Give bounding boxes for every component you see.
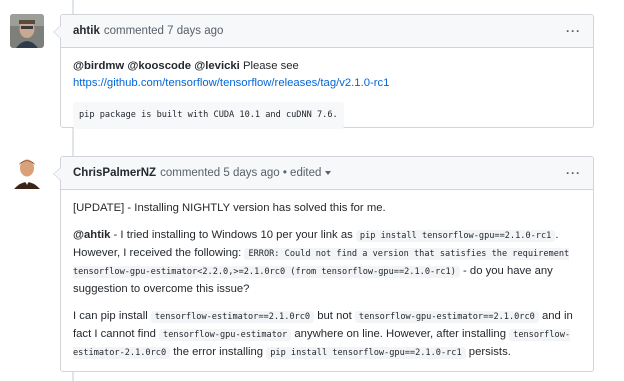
inline-code: tensorflow-gpu-estimator==2.1.0rc0 [354, 311, 539, 323]
avatar-image [10, 14, 44, 48]
comment-timestamp[interactable]: commented 5 days ago • edited [160, 167, 321, 179]
comment-paragraph: I can pip install tensorflow-estimator==… [73, 308, 581, 362]
comment-paragraph: [UPDATE] - Installing NIGHTLY version ha… [73, 202, 386, 214]
mention-link[interactable]: @ahtik [73, 229, 110, 241]
avatar-image [10, 155, 44, 189]
comment-paragraph: @birdmw @kooscode @levicki Please see ht… [73, 58, 581, 92]
comment-author[interactable]: ChrisPalmerNZ [73, 167, 156, 179]
comment-header: ahtik commented 7 days ago ··· [61, 15, 593, 48]
comment-paragraph: @ahtik - I tried installing to Windows 1… [73, 227, 581, 298]
comment-options-icon[interactable]: ··· [566, 166, 581, 180]
comment-text: the error installing [170, 346, 267, 358]
avatar-ahtik[interactable] [10, 14, 44, 48]
comment-body: [UPDATE] - Installing NIGHTLY version ha… [61, 190, 593, 372]
inline-code: tensorflow-gpu-estimator [159, 329, 292, 341]
edited-dropdown-icon[interactable] [325, 171, 332, 175]
inline-code: pip install tensorflow-gpu==2.1.0-rc1 [355, 230, 556, 242]
comment-text: but not [314, 310, 355, 322]
comment-text: persists. [465, 346, 511, 358]
avatar-chrispalmernz[interactable] [10, 155, 44, 189]
mention-link[interactable]: @birdmw [73, 60, 124, 72]
inline-code: pip install tensorflow-gpu==2.1.0-rc1 [266, 347, 466, 359]
comment-chrispalmernz: ChrisPalmerNZ commented 5 days ago • edi… [53, 156, 594, 372]
release-link[interactable]: https://github.com/tensorflow/tensorflow… [73, 77, 389, 89]
comment-text: Please see [242, 60, 299, 72]
inline-code: tensorflow-estimator==2.1.0rc0 [150, 311, 315, 323]
mention-link[interactable]: @levicki [194, 60, 240, 72]
comment-text: anywhere on line. However, after install… [291, 328, 510, 340]
comment-text: I can pip install [73, 310, 151, 322]
comment-options-icon[interactable]: ··· [566, 24, 581, 38]
code-block: pip package is built with CUDA 10.1 and … [73, 102, 344, 129]
comment-ahtik: ahtik commented 7 days ago ··· @birdmw @… [53, 14, 594, 129]
comment-author[interactable]: ahtik [73, 25, 100, 37]
timeline-line [72, 372, 74, 381]
comment-header: ChrisPalmerNZ commented 5 days ago • edi… [61, 157, 593, 190]
mention-link[interactable]: @kooscode [127, 60, 191, 72]
comment-timestamp[interactable]: commented 7 days ago [104, 25, 224, 37]
comment-body: @birdmw @kooscode @levicki Please see ht… [61, 48, 593, 139]
comment-text: - I tried installing to Windows 10 per y… [110, 229, 356, 241]
